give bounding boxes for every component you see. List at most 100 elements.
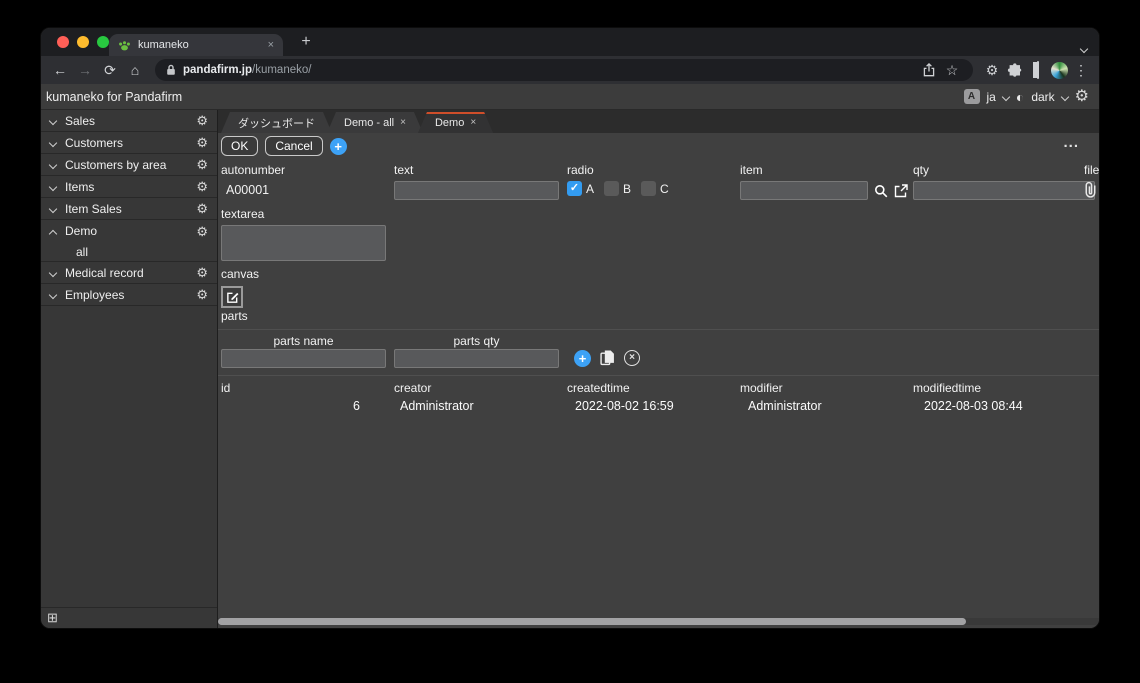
home-button[interactable]: ⌂ [124, 59, 146, 81]
address-bar[interactable]: pandafirm.jp/kumaneko/ ☆ [155, 59, 973, 81]
sidebar-gear-icon[interactable]: ⚙ [196, 136, 208, 149]
textarea-input[interactable] [221, 225, 386, 261]
zoom-window-button[interactable] [97, 36, 109, 48]
lock-icon [167, 64, 175, 75]
browser-tabstrip: kumaneko × + [41, 28, 1099, 56]
autonumber-value: A00001 [226, 183, 270, 197]
horizontal-scrollbar-thumb[interactable] [218, 618, 966, 625]
app-settings-gear-icon[interactable]: ⚙ [1075, 88, 1089, 105]
field-label: file [1084, 163, 1099, 177]
add-record-button[interactable]: + [329, 137, 347, 155]
record-form: OK Cancel + ... autonumber A00001 text r… [218, 133, 1099, 628]
sidebar-item-customers-by-area[interactable]: Customers by area ⚙ [41, 154, 217, 176]
parts-name-input[interactable] [221, 349, 386, 368]
close-window-button[interactable] [57, 36, 69, 48]
sidebar-gear-icon[interactable]: ⚙ [196, 288, 208, 301]
paw-favicon-icon [119, 40, 130, 50]
forward-button[interactable]: → [74, 59, 96, 81]
canvas-edit-button[interactable] [221, 286, 243, 308]
sidebar-item-items[interactable]: Items ⚙ [41, 176, 217, 198]
cancel-button[interactable]: Cancel [265, 136, 323, 156]
sidebar-gear-icon[interactable]: ⚙ [196, 114, 208, 127]
sidebar-item-employees[interactable]: Employees ⚙ [41, 284, 217, 306]
tab-label: Demo - all [344, 116, 395, 129]
form-actions: OK Cancel + [221, 136, 347, 156]
tab-demo[interactable]: Demo × [418, 112, 493, 133]
checkbox-a-checked[interactable]: ✓ [567, 181, 582, 196]
paperclip-icon[interactable] [1084, 181, 1097, 198]
screenshot-stage: kumaneko × + ← → ⟳ ⌂ pandafirm.jp/kumane… [0, 0, 1140, 683]
new-tab-button[interactable]: + [295, 31, 317, 53]
parts-table-bottom-border [218, 375, 1099, 376]
search-icon[interactable] [874, 184, 888, 198]
add-app-icon[interactable]: ⊞ [47, 610, 58, 626]
language-select[interactable]: ja [987, 90, 996, 104]
window-controls [57, 36, 109, 48]
sidebar-item-label: Employees [65, 287, 125, 302]
theme-select[interactable]: dark [1031, 90, 1054, 104]
sidebar-gear-icon[interactable]: ⚙ [196, 158, 208, 171]
reload-button[interactable]: ⟳ [99, 59, 121, 81]
sidebar-subitem-all[interactable]: all [41, 242, 217, 262]
extensions-puzzle-icon[interactable] [1005, 62, 1025, 78]
sidebar-item-label: Sales [65, 113, 96, 128]
text-input[interactable] [394, 181, 559, 200]
app-title: kumaneko for Pandafirm [46, 89, 183, 104]
field-label: parts [221, 309, 248, 323]
back-button[interactable]: ← [49, 59, 71, 81]
bookmark-star-icon[interactable]: ☆ [942, 60, 962, 80]
field-label: textarea [221, 207, 265, 221]
qty-input[interactable] [913, 181, 1095, 200]
external-link-icon[interactable] [894, 183, 908, 198]
parts-qty-input[interactable] [394, 349, 559, 368]
browser-menu-icon[interactable]: ⋮ [1071, 60, 1091, 80]
sidebar-gear-icon[interactable]: ⚙ [196, 266, 208, 279]
meta-creator-value: Administrator [400, 399, 474, 413]
chevron-down-icon [1079, 44, 1089, 54]
more-options-button[interactable]: ... [1063, 135, 1079, 150]
sidebar-item-customers[interactable]: Customers ⚙ [41, 132, 217, 154]
chevron-up-icon [48, 229, 58, 239]
field-file: file [1084, 163, 1099, 201]
translate-icon[interactable]: A [963, 89, 980, 104]
field-radio: radio ✓ A B C [567, 163, 675, 196]
minimize-window-button[interactable] [77, 36, 89, 48]
sidebar-item-medical-record[interactable]: Medical record ⚙ [41, 262, 217, 284]
parts-copy-row-icon[interactable] [600, 349, 615, 366]
side-panel-icon[interactable] [1028, 60, 1048, 80]
chevron-down-icon [48, 204, 58, 213]
horizontal-scrollbar-track[interactable] [218, 618, 1099, 625]
app-tabbar: ダッシュボード Demo - all × Demo × [218, 110, 1099, 133]
sidebar-gear-icon[interactable]: ⚙ [196, 202, 208, 215]
parts-add-row-button[interactable]: + [574, 350, 591, 367]
item-input[interactable] [740, 181, 868, 200]
field-parts: parts [221, 309, 248, 323]
sidebar-gear-icon[interactable]: ⚙ [196, 225, 208, 238]
parts-delete-row-icon[interactable]: × [624, 350, 640, 366]
app-body: Sales ⚙ Customers ⚙ Customers by area ⚙ … [41, 110, 1099, 628]
tab-dashboard[interactable]: ダッシュボード [221, 112, 332, 133]
sidebar: Sales ⚙ Customers ⚙ Customers by area ⚙ … [41, 110, 218, 628]
profile-avatar[interactable] [1051, 61, 1068, 79]
share-icon[interactable] [923, 63, 935, 77]
chevron-down-icon [48, 290, 58, 299]
sidebar-item-item-sales[interactable]: Item Sales ⚙ [41, 198, 217, 220]
sidebar-item-sales[interactable]: Sales ⚙ [41, 110, 217, 132]
sidebar-gear-icon[interactable]: ⚙ [196, 180, 208, 193]
language-chevron-icon[interactable] [1001, 92, 1011, 101]
tab-demo-all[interactable]: Demo - all × [327, 112, 423, 133]
sidebar-item-demo[interactable]: Demo ⚙ [41, 220, 217, 242]
checkbox-b[interactable] [604, 181, 620, 196]
tab-search-chevron-icon[interactable] [1079, 39, 1089, 57]
tab-close-icon[interactable]: × [400, 118, 406, 128]
meta-modifiedtime-value: 2022-08-03 08:44 [924, 399, 1023, 413]
tab-close-icon[interactable]: × [268, 39, 274, 51]
meta-id-label: id [221, 381, 231, 395]
checkbox-c[interactable] [641, 181, 657, 196]
theme-chevron-icon[interactable] [1060, 92, 1069, 101]
contrast-icon[interactable]: ◐ [1016, 90, 1024, 104]
ok-button[interactable]: OK [221, 136, 259, 156]
browser-tab[interactable]: kumaneko × [109, 34, 283, 56]
settings-gear-icon[interactable]: ⚙ [982, 60, 1002, 80]
tab-close-icon[interactable]: × [470, 118, 476, 128]
